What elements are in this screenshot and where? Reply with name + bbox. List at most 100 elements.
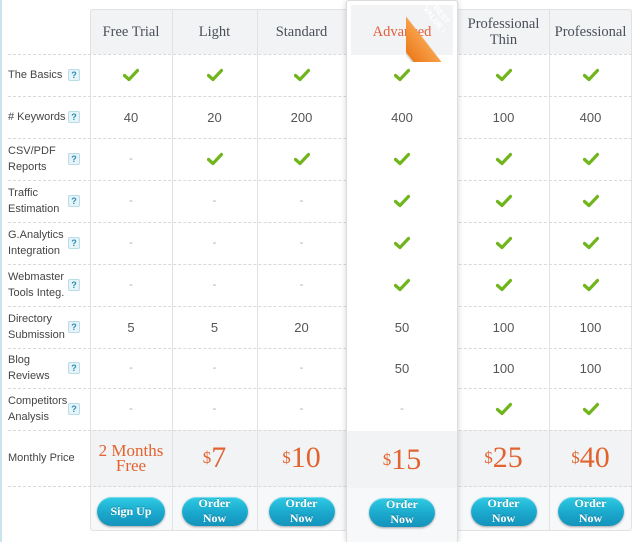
check-icon	[458, 388, 549, 430]
check-icon	[172, 138, 257, 180]
check-icon	[346, 54, 458, 96]
feature-value: 5	[127, 319, 135, 335]
currency-symbol: $	[484, 448, 493, 467]
order-now-button-professional-thin[interactable]: Order Now	[470, 496, 537, 526]
price-advanced: $15	[346, 432, 458, 488]
help-question-icon[interactable]: ?	[68, 237, 80, 249]
price-line: Free	[115, 456, 147, 475]
check-icon	[549, 388, 632, 430]
row-label-text: CSV/PDF Reports	[8, 145, 56, 173]
feature-value: 20	[294, 319, 309, 335]
row-label-blog-reviews: Blog Reviews?	[8, 348, 88, 388]
feature-value: 5	[210, 319, 219, 335]
row-label-traffic-estimation: Traffic Estimation?	[8, 180, 88, 222]
plan-name-line: Thin	[489, 31, 518, 48]
row-label-directory-submission: Directory Submission?	[8, 306, 88, 348]
plan-header-professional-thin: Professional Thin	[458, 9, 549, 54]
help-question-icon[interactable]: ?	[68, 195, 80, 207]
sign-up-button-free-trial[interactable]: Sign Up	[97, 496, 165, 526]
help-question-icon[interactable]: ?	[68, 111, 80, 123]
check-icon	[458, 264, 549, 306]
order-now-button-light[interactable]: Order Now	[181, 496, 248, 526]
feature-value: 100	[579, 360, 602, 376]
price-amount: 7	[211, 441, 227, 474]
order-now-button-advanced[interactable]: Order Now	[369, 497, 435, 527]
not-included-dash: -	[212, 362, 217, 374]
check-icon	[549, 222, 632, 264]
check-icon	[346, 180, 458, 222]
help-question-icon[interactable]: ?	[68, 69, 80, 81]
not-included-dash: -	[212, 237, 217, 249]
check-icon	[346, 264, 458, 306]
feature-value: 20	[207, 109, 222, 125]
help-question-icon[interactable]: ?	[68, 403, 80, 415]
order-now-button-standard[interactable]: Order Now	[268, 496, 335, 526]
row-label-text: G.Analytics Integration	[8, 229, 64, 257]
currency-symbol: $	[382, 450, 392, 469]
help-question-icon[interactable]: ?	[68, 362, 80, 374]
not-included-dash: -	[129, 403, 133, 415]
check-icon	[458, 138, 549, 180]
plan-header-professional: Professional	[554, 23, 627, 40]
row-label-competitors-analysis: Competitors Analysis?	[8, 388, 88, 430]
row-label-text: Directory Submission	[8, 313, 65, 341]
not-included-dash: -	[212, 279, 217, 291]
currency-symbol: $	[571, 448, 580, 467]
feature-value: 400	[579, 109, 602, 125]
not-included-dash: -	[129, 362, 133, 374]
feature-value: 50	[394, 360, 410, 376]
not-included-dash: -	[400, 403, 404, 415]
not-included-dash: -	[299, 195, 304, 207]
row-label-text: Traffic Estimation	[8, 187, 60, 215]
row-label-the-basics: The Basics?	[8, 54, 88, 96]
check-icon	[458, 222, 549, 264]
feature-value: 400	[391, 109, 413, 125]
row-label-g-analytics-integration: G.Analytics Integration?	[8, 222, 88, 264]
row-label-text: # Keywords	[8, 111, 66, 123]
not-included-dash: -	[129, 279, 133, 291]
help-question-icon[interactable]: ?	[68, 321, 80, 333]
row-label-csv-pdf-reports: CSV/PDF Reports?	[8, 138, 88, 180]
check-icon	[549, 264, 632, 306]
not-included-dash: -	[129, 153, 133, 165]
row-label-keywords: # Keywords?	[8, 96, 88, 138]
row-label-text: Webmaster Tools Integ.	[8, 271, 65, 299]
feature-value: 100	[579, 319, 602, 335]
row-label-webmaster-tools-integ: Webmaster Tools Integ.?	[8, 264, 88, 306]
feature-value: 40	[123, 109, 139, 125]
row-label-text: Blog Reviews	[8, 354, 50, 382]
not-included-dash: -	[299, 362, 304, 374]
not-included-dash: -	[212, 403, 217, 415]
check-icon	[458, 54, 549, 96]
plan-name-line: Professional	[467, 15, 540, 32]
row-label-text: Competitors Analysis	[8, 395, 68, 423]
row-label-text: Monthly Price	[8, 452, 75, 464]
left-edge-border	[0, 0, 2, 542]
feature-value: 100	[492, 319, 515, 335]
check-icon	[549, 54, 632, 96]
price-amount: 40	[579, 441, 610, 474]
price-amount: 10	[290, 441, 321, 474]
plan-header-light: Light	[198, 23, 231, 40]
not-included-dash: -	[299, 403, 304, 415]
price-standard: $10	[257, 430, 346, 486]
price-free-trial: 2 Months Free	[90, 430, 172, 486]
not-included-dash: -	[129, 195, 133, 207]
help-question-icon[interactable]: ?	[68, 153, 80, 165]
not-included-dash: -	[299, 279, 304, 291]
not-included-dash: -	[299, 237, 304, 249]
order-now-button-professional[interactable]: Order Now	[557, 496, 624, 526]
feature-value: 50	[394, 319, 410, 335]
currency-symbol: $	[282, 448, 291, 467]
row-label-text: The Basics	[8, 69, 63, 81]
help-question-icon[interactable]: ?	[68, 279, 80, 291]
check-icon	[346, 222, 458, 264]
price-amount: 25	[492, 441, 523, 474]
feature-value: 200	[290, 109, 313, 125]
check-icon	[90, 54, 172, 96]
price-amount: 15	[391, 443, 422, 476]
feature-value: 100	[492, 109, 515, 125]
price-professional-thin: $25	[458, 430, 549, 486]
currency-symbol: $	[202, 448, 212, 467]
check-icon	[172, 54, 257, 96]
